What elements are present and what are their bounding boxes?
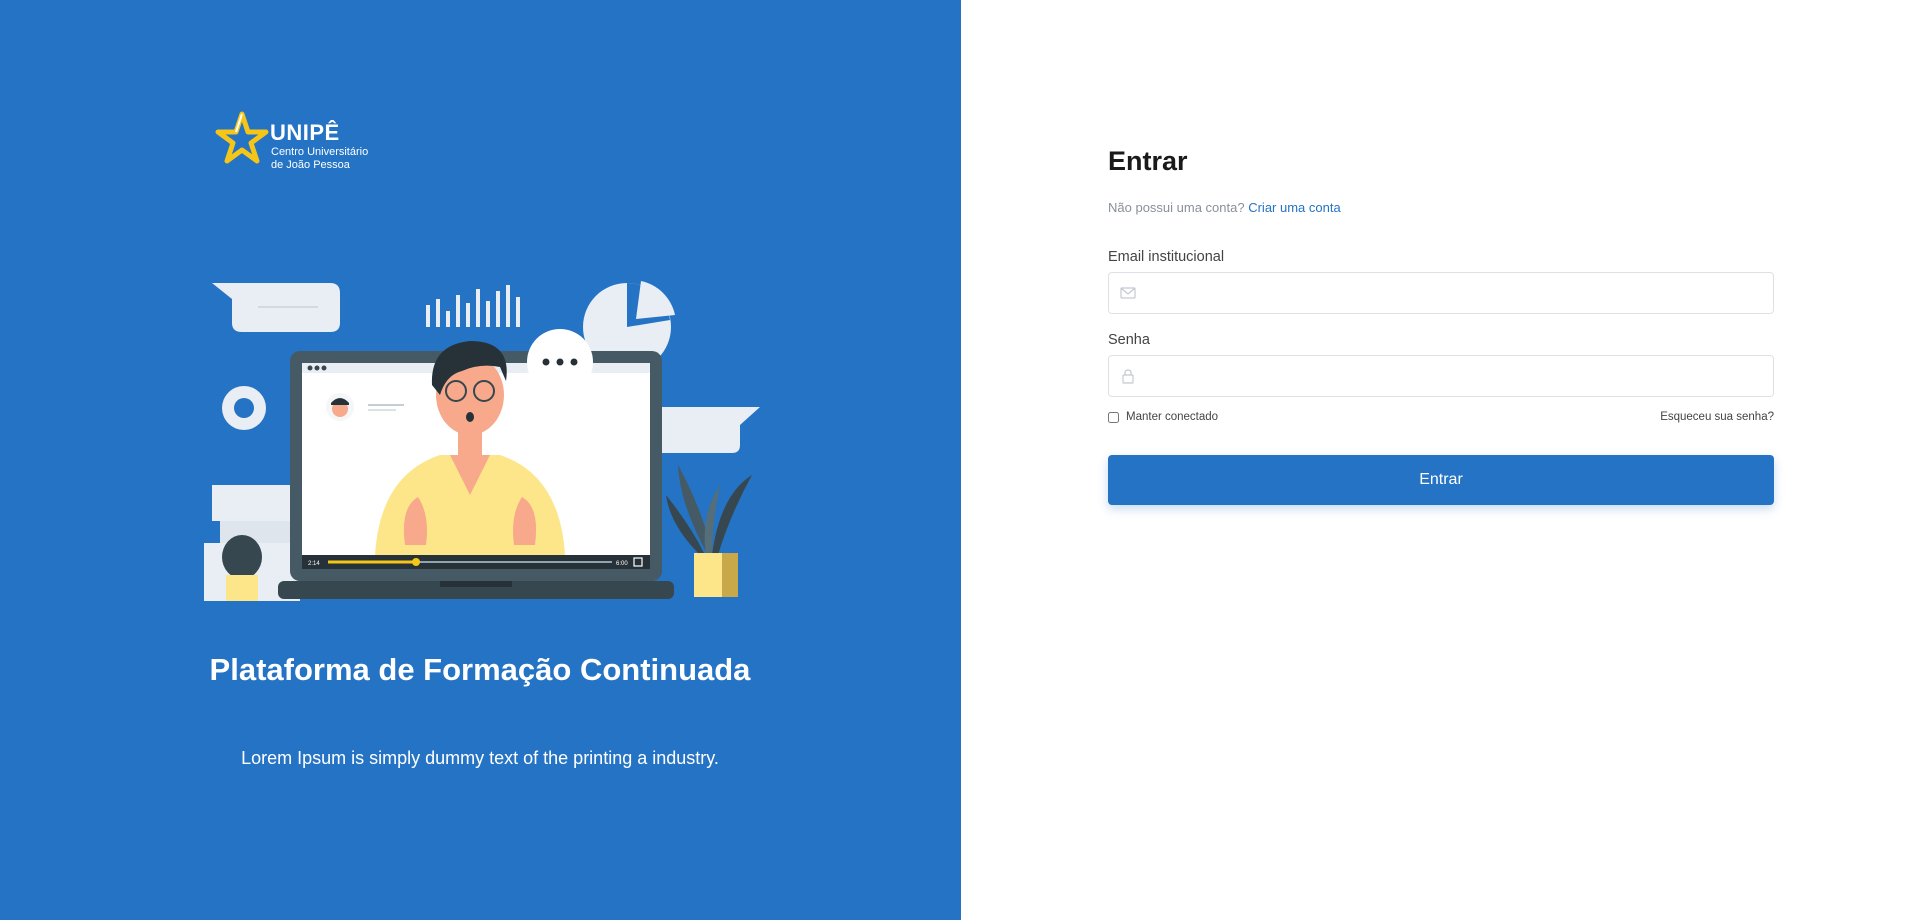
potted-plant-icon xyxy=(666,465,752,597)
login-options-row: Manter conectado Esqueceu sua senha? xyxy=(1108,411,1774,427)
password-field-wrapper xyxy=(1108,355,1774,398)
star-logo-icon xyxy=(215,111,269,164)
signup-prompt-row: Não possui uma conta? Criar uma conta xyxy=(1108,200,1774,215)
signup-prompt: Não possui uma conta? xyxy=(1108,200,1245,215)
donut-decoration-icon xyxy=(222,386,266,430)
chat-bubble-right-icon xyxy=(652,407,760,453)
login-form: Entrar Não possui uma conta? Criar uma c… xyxy=(1108,140,1774,505)
brand-name: UNIPÊ xyxy=(270,120,340,145)
brand-subtitle-line2: de João Pessoa xyxy=(271,159,350,171)
hero-subtitle: Lorem Ipsum is simply dummy text of the … xyxy=(241,748,719,768)
envelope-icon xyxy=(1120,287,1136,299)
password-label: Senha xyxy=(1108,332,1150,348)
login-submit-button[interactable]: Entrar xyxy=(1108,455,1774,505)
brand-subtitle-line1: Centro Universitário xyxy=(271,146,369,158)
unipe-logo: UNIPÊ Centro Universitário de João Pesso… xyxy=(214,110,394,176)
hero-title: Plataforma de Formação Continuada xyxy=(209,652,751,687)
brand-panel: UNIPÊ Centro Universitário de João Pesso… xyxy=(0,0,961,920)
email-label: Email institucional xyxy=(1108,249,1225,265)
create-account-link[interactable]: Criar uma conta xyxy=(1248,200,1340,215)
email-field-wrapper xyxy=(1108,272,1774,315)
login-title: Entrar xyxy=(1108,146,1188,176)
video-time-current: 2:14 xyxy=(308,561,320,567)
chat-bubble-left-icon xyxy=(212,283,340,332)
remember-me[interactable]: Manter conectado xyxy=(1108,411,1218,423)
remember-me-checkbox[interactable] xyxy=(1108,411,1119,423)
bar-chart-decoration-icon xyxy=(426,285,520,327)
forgot-password-link[interactable]: Esqueceu sua senha? xyxy=(1660,411,1774,423)
remember-me-label: Manter conectado xyxy=(1126,411,1219,423)
video-time-total: 6:00 xyxy=(616,561,628,567)
email-input[interactable] xyxy=(1145,273,1769,315)
password-input[interactable] xyxy=(1145,356,1769,398)
lock-icon xyxy=(1122,369,1134,384)
brand-subtitle: Centro Universitário de João Pessoa xyxy=(271,146,401,172)
video-progress-knob xyxy=(412,558,421,566)
cactus-plant-icon xyxy=(222,535,262,601)
online-course-illustration: 2:14 6:00 xyxy=(204,281,760,601)
